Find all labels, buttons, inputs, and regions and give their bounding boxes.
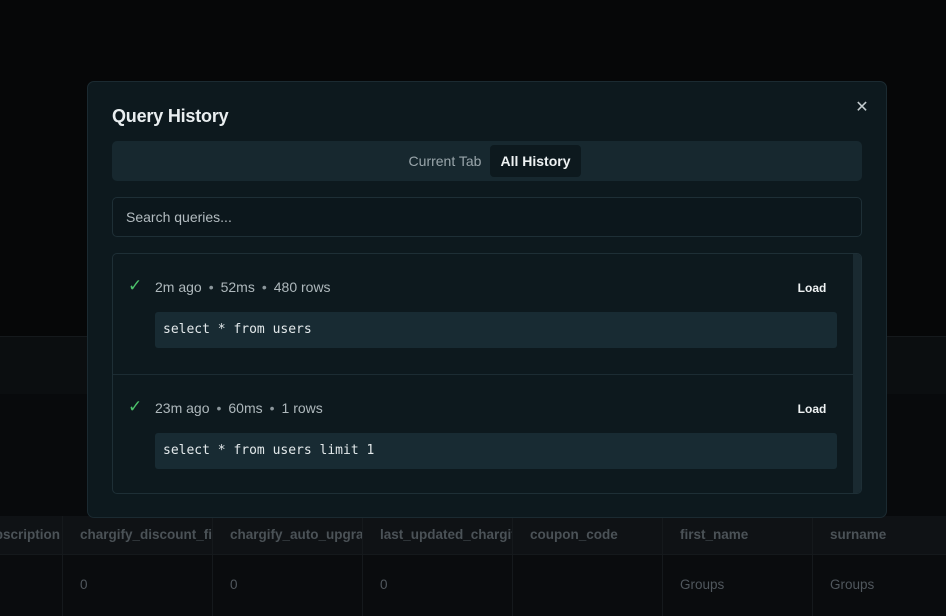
history-rows: 480 rows [273, 279, 331, 295]
history-time: 23m ago [155, 400, 210, 416]
check-icon: ✓ [128, 276, 143, 295]
column-header: bscription [0, 516, 63, 554]
history-duration: 60ms [228, 400, 263, 416]
table-cell [0, 555, 63, 616]
scrollbar[interactable] [853, 254, 861, 493]
history-item: ✓ 23m ago • 60ms • 1 rows Load select * from… [113, 374, 853, 493]
table-cell: 0 [363, 555, 513, 616]
column-header: first_name [663, 516, 813, 554]
table-cell: 0 [63, 555, 213, 616]
tab-all-history[interactable]: All History [490, 145, 581, 177]
tab-current-tab[interactable]: Current Tab [397, 145, 493, 177]
history-duration: 52ms [220, 279, 255, 295]
background-table-row: 0 0 0 Groups Groups [0, 554, 946, 616]
history-list: ✓ 2m ago • 52ms • 480 rows Load select * fro… [112, 253, 862, 494]
history-rows: 1 rows [281, 400, 323, 416]
query-code: select * from users limit 1 [155, 433, 837, 469]
history-tabs: Current Tab All History [112, 141, 862, 181]
column-header: last_updated_chargify [363, 516, 513, 554]
column-header: surname [813, 516, 946, 554]
search-box [112, 197, 862, 237]
check-icon: ✓ [128, 397, 143, 416]
query-history-dialog: Query History ✕ Current Tab All History … [87, 81, 887, 518]
separator-dot: • [261, 279, 267, 295]
column-header: chargify_discount_fift [63, 516, 213, 554]
background-table-header: bscription chargify_discount_fift chargi… [0, 516, 946, 554]
separator-dot: • [216, 400, 222, 416]
column-header: coupon_code [513, 516, 663, 554]
history-time: 2m ago [155, 279, 202, 295]
close-icon[interactable]: ✕ [852, 98, 872, 118]
separator-dot: • [208, 279, 214, 295]
load-button[interactable]: Load [789, 278, 835, 298]
dialog-title: Query History [112, 106, 229, 126]
query-code: select * from users [155, 312, 837, 348]
history-item: ✓ 2m ago • 52ms • 480 rows Load select * fro… [113, 254, 853, 374]
history-meta: 23m ago • 60ms • 1 rows [155, 400, 323, 416]
app-window: bscription chargify_discount_fift chargi… [0, 0, 946, 616]
column-header: chargify_auto_upgrac [213, 516, 363, 554]
table-cell: Groups [663, 555, 813, 616]
search-input[interactable] [113, 198, 861, 236]
table-cell: Groups [813, 555, 946, 616]
load-button[interactable]: Load [789, 399, 835, 419]
separator-dot: • [269, 400, 275, 416]
history-meta: 2m ago • 52ms • 480 rows [155, 279, 331, 295]
table-cell: 0 [213, 555, 363, 616]
table-cell [513, 555, 663, 616]
